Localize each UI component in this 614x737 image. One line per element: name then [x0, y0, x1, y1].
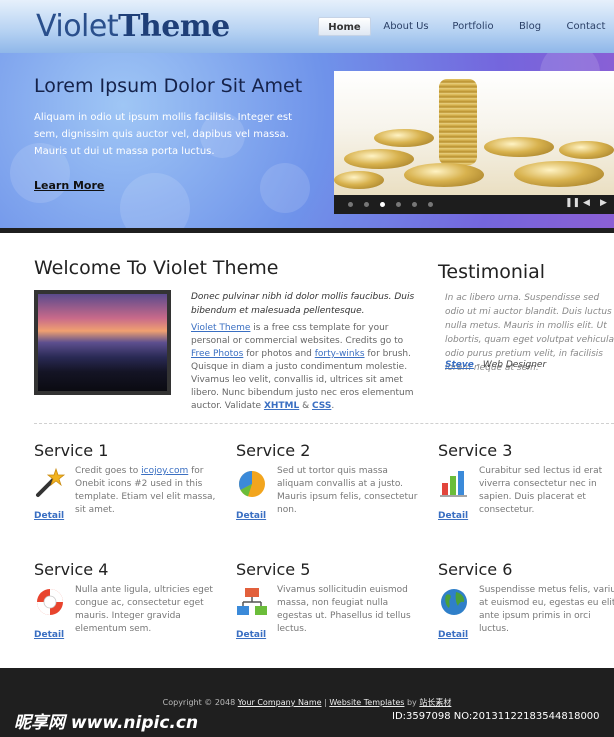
service-detail-link[interactable]: Detail: [34, 630, 64, 640]
service-title: Service 2: [236, 441, 311, 460]
section-divider: [34, 423, 614, 424]
banner-title: Lorem Ipsum Dolor Sit Amet: [34, 75, 303, 97]
slider-dot[interactable]: [396, 202, 401, 207]
slider-control-bar: ❚❚ ◀ ▶: [334, 195, 614, 214]
service-text: Sed ut tortor quis massa aliquam convall…: [277, 466, 418, 515]
slider-dot[interactable]: [412, 202, 417, 207]
gold-coins-photo: [334, 71, 614, 195]
sunset-image: [38, 294, 167, 391]
author-link[interactable]: Steve: [445, 360, 474, 370]
magic-wand-icon: [36, 467, 66, 497]
service-card-6: Service 6 Suspendisse metus felis, variu…: [438, 560, 614, 640]
hero-banner: Lorem Ipsum Dolor Sit Amet Aliquam in od…: [0, 53, 614, 228]
watermark-right: ID:3597098 NO:20131122183544818000: [392, 711, 600, 722]
coin: [344, 149, 414, 169]
service-text: Vivamus sollicitudin euismod massa, non …: [277, 585, 411, 634]
author-role: - Web Designer: [473, 360, 547, 370]
bar-chart-icon: [440, 471, 467, 497]
nav-contact[interactable]: Contact: [562, 17, 610, 36]
testimonial-author: Steve - Web Designer: [445, 360, 546, 370]
banner-divider: [0, 228, 614, 233]
pie-chart-icon: [239, 471, 265, 497]
service-text-pre: Credit goes to: [75, 466, 142, 476]
service-title: Service 3: [438, 441, 513, 460]
sitemap-icon: [237, 588, 267, 615]
by-text: by: [404, 698, 420, 707]
pause-icon[interactable]: ❚❚: [565, 198, 580, 208]
forty-winks-link[interactable]: forty-winks: [315, 349, 365, 359]
service-title: Service 6: [438, 560, 513, 579]
coin: [559, 141, 614, 159]
learn-more-link[interactable]: Learn More: [34, 179, 104, 192]
main-nav: Home About Us Portfolio Blog Contact: [0, 17, 614, 37]
service-title: Service 5: [236, 560, 311, 579]
nav-portfolio[interactable]: Portfolio: [448, 17, 498, 36]
body-text: &: [299, 401, 312, 411]
slider-dot-active[interactable]: [380, 202, 385, 207]
slider-dot[interactable]: [348, 202, 353, 207]
welcome-title: Welcome To Violet Theme: [34, 257, 279, 279]
service-card-2: Service 2 Sed ut tortor quis massa aliqu…: [236, 441, 417, 521]
coin: [374, 129, 434, 147]
body-text: .: [331, 401, 335, 411]
nav-blog[interactable]: Blog: [514, 17, 546, 36]
coin: [334, 171, 384, 189]
nav-about-us[interactable]: About Us: [380, 17, 432, 36]
service-card-1: Service 1 Credit goes to icojoy.com for …: [34, 441, 215, 521]
coin-stack: [439, 79, 477, 165]
coin: [514, 161, 604, 187]
service-detail-link[interactable]: Detail: [34, 511, 64, 521]
copyright-text: Copyright © 2048: [162, 698, 238, 707]
globe-icon: [441, 589, 467, 615]
css-link[interactable]: CSS: [312, 401, 331, 411]
free-photos-link[interactable]: Free Photos: [191, 349, 243, 359]
watermark-left: 昵享网 www.nipic.cn: [14, 713, 199, 733]
service-card-3: Service 3 Curabitur sed lectus id erat v…: [438, 441, 614, 521]
lifebuoy-icon: [37, 589, 63, 615]
welcome-lead: Donec pulvinar nibh id dolor mollis fauc…: [191, 292, 415, 316]
testimonial-title: Testimonial: [438, 261, 546, 283]
service-detail-link[interactable]: Detail: [236, 511, 266, 521]
service-title: Service 4: [34, 560, 109, 579]
service-text: Suspendisse metus felis, varius at euism…: [479, 585, 614, 634]
service-text: Curabitur sed lectus id erat viverra con…: [479, 466, 603, 515]
violet-theme-link[interactable]: Violet Theme: [191, 323, 250, 333]
bokeh-decoration: [120, 173, 190, 228]
banner-text: Aliquam in odio ut ipsum mollis facilisi…: [34, 112, 293, 157]
xhtml-link[interactable]: XHTML: [264, 401, 299, 411]
sunset-photo: [34, 290, 171, 395]
bokeh-decoration: [260, 163, 310, 213]
coin: [404, 163, 484, 187]
source-link[interactable]: 站长素材: [419, 698, 451, 707]
prev-icon[interactable]: ◀: [583, 198, 590, 208]
icojoy-link[interactable]: icojoy.com: [141, 466, 188, 476]
coin: [484, 137, 554, 157]
service-detail-link[interactable]: Detail: [236, 630, 266, 640]
service-detail-link[interactable]: Detail: [438, 511, 468, 521]
footer: Copyright © 2048 Your Company Name | Web…: [0, 668, 614, 737]
image-slider[interactable]: ❚❚ ◀ ▶: [334, 71, 614, 214]
header: VioletTheme Home About Us Portfolio Blog…: [0, 0, 614, 53]
service-title: Service 1: [34, 441, 109, 460]
next-icon[interactable]: ▶: [600, 198, 607, 208]
service-text: Credit goes to icojoy.com for Onebit ico…: [75, 465, 217, 517]
service-detail-link[interactable]: Detail: [438, 630, 468, 640]
service-card-5: Service 5 Vivamus sollicitudin euismod m…: [236, 560, 416, 640]
slider-dot[interactable]: [364, 202, 369, 207]
nav-home[interactable]: Home: [318, 17, 371, 36]
body-text: for photos and: [243, 349, 315, 359]
welcome-body: Violet Theme is a free css template for …: [191, 322, 419, 413]
footer-copyright: Copyright © 2048 Your Company Name | Web…: [0, 697, 614, 708]
company-link[interactable]: Your Company Name: [238, 698, 322, 707]
service-card-4: Service 4 Nulla ante ligula, ultricies e…: [34, 560, 214, 640]
website-templates-link[interactable]: Website Templates: [329, 698, 404, 707]
slider-dot[interactable]: [428, 202, 433, 207]
service-text: Nulla ante ligula, ultricies eget congue…: [75, 585, 213, 634]
